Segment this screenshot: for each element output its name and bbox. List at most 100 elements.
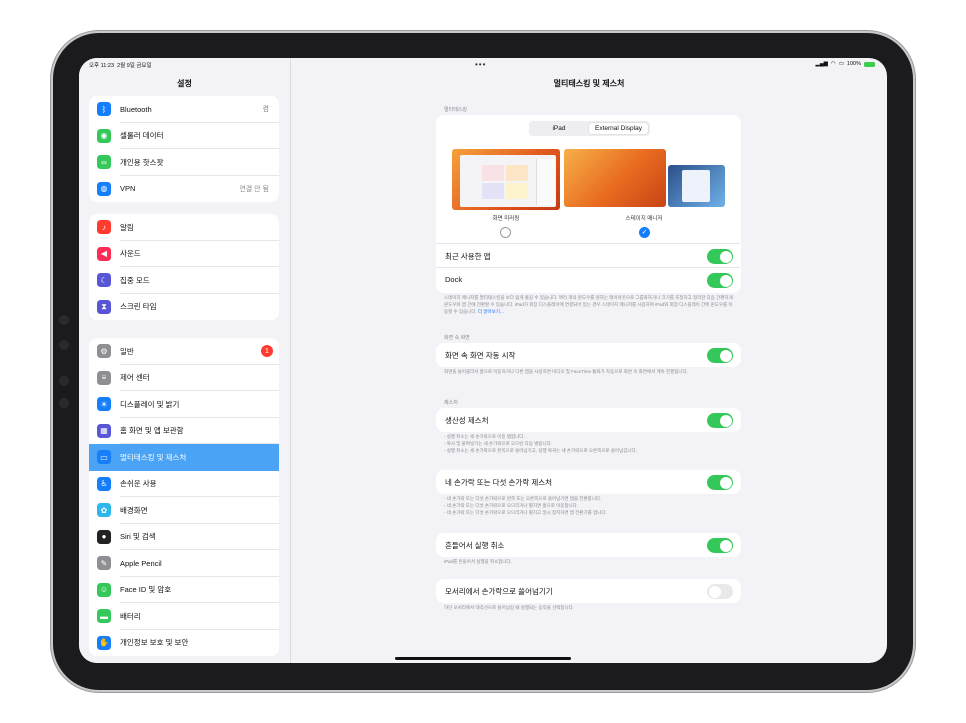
sidebar-item-label: 홈 화면 및 앱 보관함: [120, 426, 184, 436]
corner-card: 모서리에서 손가락으로 쓸어넘기기: [436, 579, 741, 603]
accessibility-icon: ♿: [97, 476, 111, 491]
seg-external-display[interactable]: External Display: [589, 123, 648, 134]
sidebar-item[interactable]: ✎ Apple Pencil: [89, 550, 279, 577]
shake-row: 흔들어서 실행 취소: [436, 533, 741, 557]
sidebar-item-label: 개인정보 보호 및 보안: [120, 638, 189, 648]
gear-icon: ⚙: [97, 344, 111, 359]
sidebar-item-label: Apple Pencil: [120, 558, 162, 568]
stage-manager-preview[interactable]: [564, 149, 725, 210]
pencil-icon: ✎: [97, 556, 111, 571]
sidebar-item-value: 켬: [262, 106, 269, 114]
dock-label: Dock: [445, 275, 463, 284]
sidebar-item-label: 손쉬운 사용: [120, 479, 157, 489]
four-five-row: 네 손가락 또는 다섯 손가락 제스처: [436, 470, 741, 494]
sidebar-item-label: 일반: [120, 346, 134, 356]
pip-toggle[interactable]: [707, 348, 733, 363]
shake-card: 흔들어서 실행 취소: [436, 533, 741, 557]
flower-icon: ✿: [97, 503, 111, 518]
recent-apps-toggle[interactable]: [707, 249, 733, 264]
sidebar-item[interactable]: ● Siri 및 검색: [89, 524, 279, 550]
sidebar-item[interactable]: ✋ 개인정보 보호 및 보안: [89, 630, 279, 657]
battery-icon: ▬: [97, 609, 111, 624]
learn-more-link[interactable]: 더 알아보기...: [478, 309, 504, 314]
sidebar-item[interactable]: ☀ 디스플레이 및 밝기: [89, 391, 279, 418]
section-header-pip: 화면 속 화면: [444, 335, 470, 341]
four-five-toggle[interactable]: [707, 475, 733, 490]
productive-label: 생산성 제스처: [445, 416, 489, 425]
corner-toggle[interactable]: [707, 584, 733, 599]
sidebar-item-label: VPN: [120, 184, 136, 194]
sidebar-item-label: 스크린 타임: [120, 302, 157, 312]
sun-icon: ☀: [97, 397, 111, 412]
camera-dot: [59, 376, 69, 386]
sidebar-item[interactable]: ◀ 사운드: [89, 241, 279, 267]
sidebar-group: ♪ 알림 ◀ 사운드 ☾ 집중 모드 ⧗ 스크린 타임: [89, 214, 279, 320]
status-time: 오후 11:23 2월 9일 금요일: [89, 63, 152, 69]
multitask-icon: ▭: [97, 450, 111, 465]
productive-toggle[interactable]: [707, 413, 733, 428]
productive-footer: - 실행 취소는 세 손가락으로 이중 탭합니다. - 복사 및 붙여넣기는 세…: [444, 434, 637, 453]
sidebar-item[interactable]: ☾ 집중 모드: [89, 267, 279, 294]
sidebar-item-label: 알림: [120, 222, 134, 232]
productive-card: 생산성 제스처: [436, 408, 741, 432]
four-five-footer: - 네 손가락 또는 다섯 손가락으로 왼쪽 또는 오른쪽으로 쓸어넘기면 앱을…: [444, 496, 607, 515]
option-label-stage-manager: 스테이지 매니저: [625, 216, 663, 222]
pip-footer: 화면을 쓸어올리서 홈으로 이동하거나 다른 앱을 사용하면 비디오 및 Fac…: [444, 369, 688, 374]
sidebar-item-label: 사운드: [120, 249, 141, 259]
section-header-gestures: 제스처: [444, 400, 458, 406]
sidebar-item[interactable]: ⚙ 일반 1: [89, 338, 279, 365]
corner-footer: 하단 모서리에서 대각선으로 쓸어넘길 때 실행되는 동작을 선택합니다.: [444, 605, 575, 610]
hand-icon: ✋: [97, 635, 111, 650]
sidebar-item[interactable]: ᛒ Bluetooth 켬: [89, 96, 279, 123]
pip-card: 화면 속 화면 자동 시작: [436, 343, 741, 367]
sidebar-group: ⚙ 일반 1 ≡ 제어 센터 ☀ 디스플레이 및 밝기 ▦ 홈 화면 및 앱 보관함 ▭ 멀티태스킹…: [89, 338, 279, 656]
sidebar-item[interactable]: ▦ 홈 화면 및 앱 보관함: [89, 418, 279, 444]
seg-ipad[interactable]: iPad: [531, 123, 587, 134]
antenna-icon: ◉: [97, 128, 111, 143]
section-header-multitask: 멀티태스킹: [444, 107, 468, 113]
recent-apps-label: 최근 사용한 앱: [445, 252, 491, 261]
sidebar-item[interactable]: ☺ Face ID 및 암호: [89, 577, 279, 603]
sidebar-item-label: 셀룰러 데이터: [120, 131, 164, 141]
screen-mirroring-preview[interactable]: [452, 149, 560, 210]
sidebar-item[interactable]: ♿ 손쉬운 사용: [89, 471, 279, 497]
globe-icon: ◍: [97, 181, 111, 196]
display-segmented-control[interactable]: iPad External Display: [529, 121, 650, 136]
multitask-card: iPad External Display 화면 미러링 스테이지 매니저 ✓ …: [436, 115, 741, 293]
camera-dot: [59, 315, 69, 325]
sidebar-item[interactable]: ♪ 알림: [89, 214, 279, 241]
sidebar-item-label: 개인용 핫스팟: [120, 157, 164, 167]
radio-stage-manager-checked-icon[interactable]: ✓: [639, 227, 650, 238]
home-indicator[interactable]: [395, 657, 571, 660]
radio-mirroring[interactable]: [500, 227, 511, 238]
sidebar: 설정 ᛒ Bluetooth 켬 ◉ 셀룰러 데이터 ∞ 개인용 핫스팟 ◍ VPN 연결 안 됨…: [79, 58, 291, 663]
sidebar-item[interactable]: ◉ 셀룰러 데이터: [89, 123, 279, 149]
sidebar-item-label: 배경화면: [120, 505, 148, 515]
siri-icon: ●: [97, 529, 111, 544]
dock-toggle[interactable]: [707, 273, 733, 288]
sidebar-item-label: 디스플레이 및 밝기: [120, 399, 180, 409]
grid-icon: ▦: [97, 423, 111, 438]
dock-row: Dock: [436, 267, 741, 292]
sidebar-item[interactable]: ◍ VPN 연결 안 됨: [89, 176, 279, 203]
sidebar-item-value: 연결 안 됨: [239, 185, 269, 193]
four-five-card: 네 손가락 또는 다섯 손가락 제스처: [436, 470, 741, 494]
bluetooth-icon: ᛒ: [97, 102, 111, 117]
shake-footer: iPad를 흔들어서 실행을 취소합니다.: [444, 559, 512, 564]
sidebar-item[interactable]: ▬ 배터리: [89, 603, 279, 630]
sidebar-item[interactable]: ⧗ 스크린 타임: [89, 294, 279, 321]
sidebar-group: ᛒ Bluetooth 켬 ◉ 셀룰러 데이터 ∞ 개인용 핫스팟 ◍ VPN 연결 안 됨: [89, 96, 279, 202]
sidebar-item-label: 멀티태스킹 및 제스처: [120, 452, 187, 462]
face-id-icon: ☺: [97, 582, 111, 597]
shake-toggle[interactable]: [707, 538, 733, 553]
sidebar-item-label: 집중 모드: [120, 275, 150, 285]
sidebar-item[interactable]: ∞ 개인용 핫스팟: [89, 149, 279, 176]
sidebar-title: 설정: [177, 79, 192, 88]
option-label-mirroring: 화면 미러링: [492, 216, 520, 222]
sidebar-item[interactable]: ✿ 배경화면: [89, 497, 279, 524]
pip-row: 화면 속 화면 자동 시작: [436, 343, 741, 367]
link-icon: ∞: [97, 155, 111, 170]
sidebar-item[interactable]: ▭ 멀티태스킹 및 제스처: [89, 444, 279, 471]
sidebar-item[interactable]: ≡ 제어 센터: [89, 365, 279, 391]
page-title: 멀티태스킹 및 제스처: [553, 79, 625, 88]
